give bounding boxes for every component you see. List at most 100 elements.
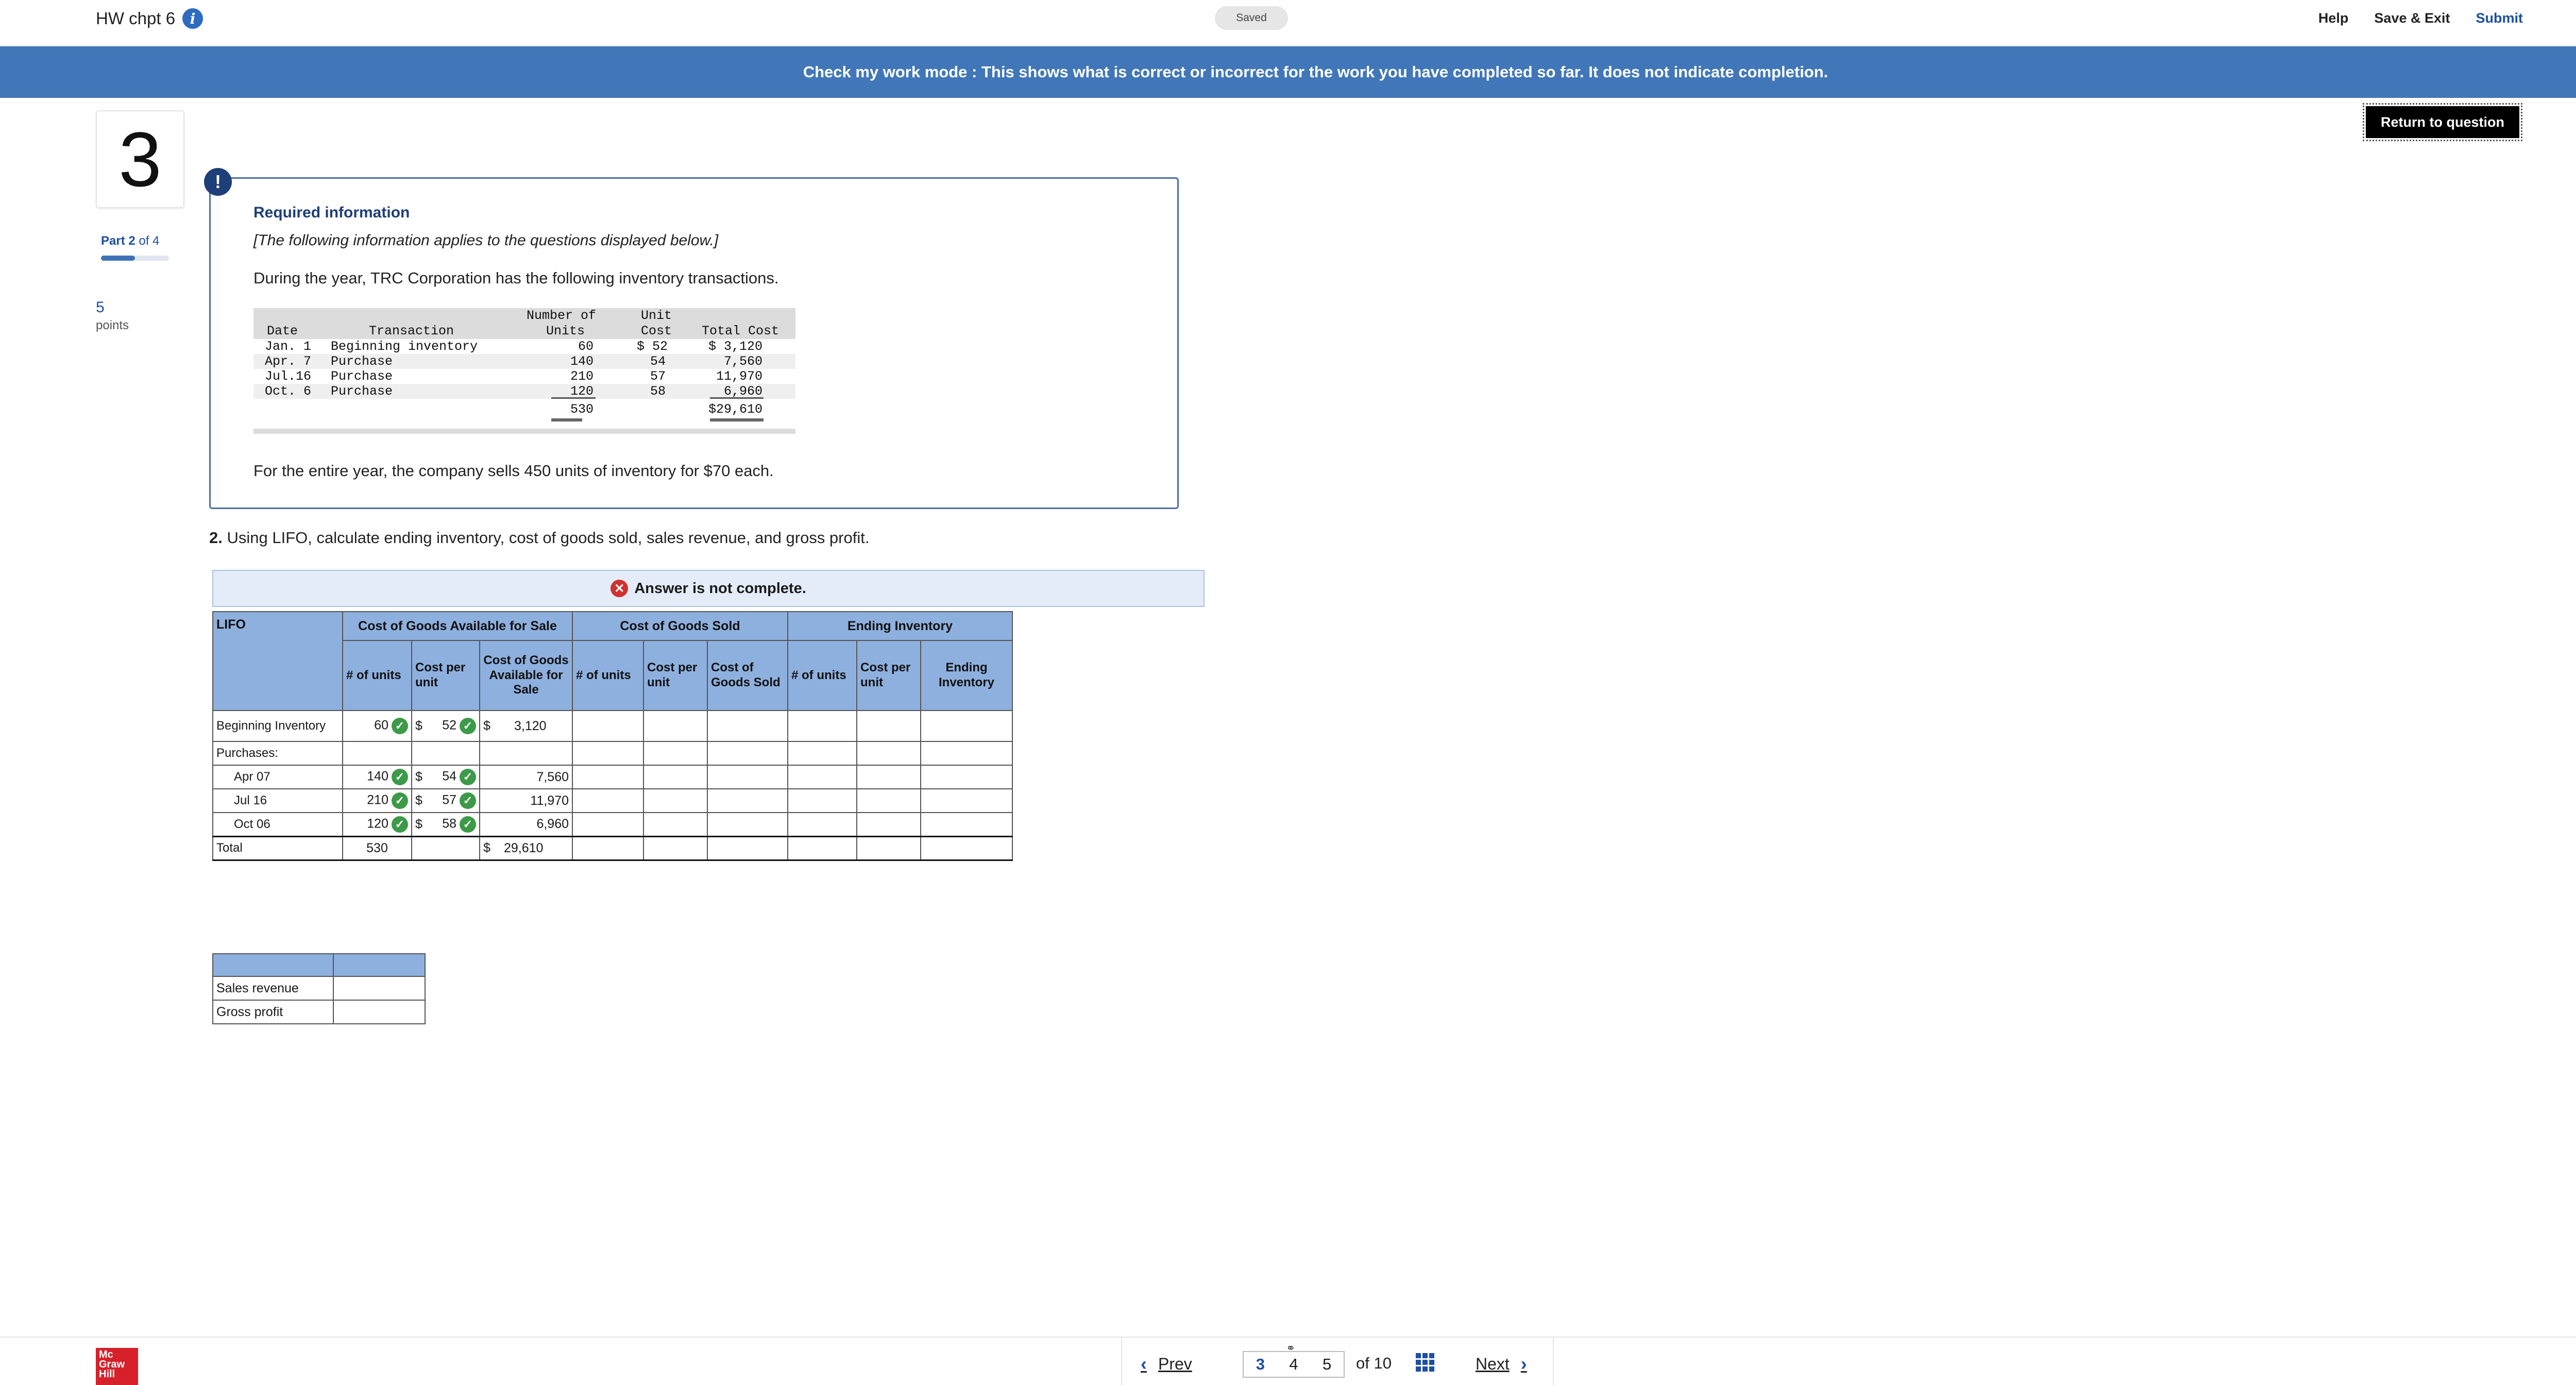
cost-value: 57 xyxy=(442,792,456,807)
check-mode-banner: Check my work mode : This shows what is … xyxy=(0,46,2576,98)
sales-profit-table: Sales revenue Gross profit xyxy=(212,953,426,1024)
total-ei-input[interactable] xyxy=(920,835,1013,861)
cogs-cost-input[interactable] xyxy=(643,765,708,789)
cogs-input[interactable] xyxy=(707,812,788,837)
row-units: 140 xyxy=(570,354,594,369)
next-button[interactable]: Next › xyxy=(1476,1353,1527,1375)
answer-status-bar: ✕ Answer is not complete. xyxy=(212,570,1205,607)
ei-cost-input[interactable] xyxy=(856,765,921,789)
cogs-cost-input[interactable] xyxy=(643,710,708,742)
units-input[interactable]: 210 ✓ xyxy=(342,788,412,813)
question-prompt: 2. Using LIFO, calculate ending inventor… xyxy=(209,529,869,547)
units-header-top: Number of xyxy=(527,308,597,323)
ei-cost-input[interactable] xyxy=(856,788,921,813)
ei-input[interactable] xyxy=(920,765,1013,789)
row-cost: 54 xyxy=(650,354,666,369)
row-transaction: Purchase xyxy=(331,369,393,384)
units-value: 60 xyxy=(374,718,388,733)
ei-input[interactable] xyxy=(920,812,1013,837)
dollar-sign: $ xyxy=(415,718,422,733)
prompt-number: 2. xyxy=(209,529,223,547)
row-oct-06: Oct 06 120 ✓ $58 ✓ 6,960 xyxy=(212,812,1013,837)
page-number-current[interactable]: 3 xyxy=(1256,1355,1265,1374)
page-numbers: 3 4 5 xyxy=(1243,1351,1345,1378)
row-transaction: Purchase xyxy=(331,384,393,399)
col-header-units: # of units xyxy=(342,640,412,711)
cogs-cost-input[interactable] xyxy=(643,788,708,813)
ei-units-input[interactable] xyxy=(787,765,857,789)
cost-input[interactable]: $54 ✓ xyxy=(411,765,480,789)
empty-cell xyxy=(787,741,857,766)
row-label: Purchases: xyxy=(212,741,343,766)
required-info-tail: For the entire year, the company sells 4… xyxy=(253,462,774,480)
cost-input[interactable]: $52 ✓ xyxy=(411,710,480,742)
return-to-question-button[interactable]: Return to question xyxy=(2363,103,2522,141)
ei-input[interactable] xyxy=(920,710,1013,742)
cost-input[interactable]: $58 ✓ xyxy=(411,812,480,837)
units-input[interactable]: 60 ✓ xyxy=(342,710,412,742)
cogs-units-input[interactable] xyxy=(572,710,644,742)
ei-units-input[interactable] xyxy=(787,812,857,837)
total-cogs-input[interactable] xyxy=(707,835,788,861)
sales-revenue-input[interactable] xyxy=(333,976,426,1001)
save-exit-link[interactable]: Save & Exit xyxy=(2374,10,2450,26)
units-header-bottom: Units xyxy=(546,324,585,339)
row-units: 210 xyxy=(570,369,594,384)
saved-status: Saved xyxy=(1215,6,1288,30)
grid-icon[interactable] xyxy=(1416,1353,1434,1372)
units-input[interactable]: 140 ✓ xyxy=(342,765,412,789)
inventory-total-row: 530 $29,610 xyxy=(253,399,795,421)
page-number[interactable]: 4 xyxy=(1289,1355,1298,1374)
ei-input[interactable] xyxy=(920,788,1013,813)
checkmark-icon: ✓ xyxy=(460,718,476,734)
cogs-units-input[interactable] xyxy=(572,765,644,789)
col-header-cogs-cost: Cost per unit xyxy=(643,640,708,711)
prev-button[interactable]: ‹ Prev xyxy=(1141,1353,1192,1375)
total-cgas-cell: $29,610 xyxy=(479,835,573,861)
header-cell xyxy=(333,953,426,977)
cost-value: 52 xyxy=(442,718,456,733)
info-icon[interactable]: i xyxy=(182,8,204,29)
ei-units-input[interactable] xyxy=(787,788,857,813)
checkmark-icon: ✓ xyxy=(392,718,408,734)
empty-cell xyxy=(707,741,788,766)
ei-units-input[interactable] xyxy=(787,710,857,742)
help-link[interactable]: Help xyxy=(2318,10,2349,26)
empty-cell xyxy=(920,741,1013,766)
row-beginning-inventory: Beginning Inventory 60 ✓ $52 ✓ $3,120 xyxy=(212,710,1013,742)
row-cost: 58 xyxy=(650,384,666,399)
cogs-input[interactable] xyxy=(707,710,788,742)
cgas-cell: 7,560 xyxy=(479,765,573,789)
total-header: Total Cost xyxy=(702,324,779,339)
x-icon: ✕ xyxy=(611,580,629,597)
cogs-units-input[interactable] xyxy=(572,788,644,813)
cost-value: 54 xyxy=(442,769,456,784)
cogs-input[interactable] xyxy=(707,788,788,813)
empty-cell xyxy=(856,741,921,766)
cost-header-top: Unit xyxy=(641,308,672,323)
empty-cell xyxy=(643,835,708,861)
empty-cell xyxy=(572,741,644,766)
page-number[interactable]: 5 xyxy=(1323,1355,1331,1374)
units-double-underline xyxy=(551,418,582,421)
ei-cost-input[interactable] xyxy=(856,812,921,837)
ei-cost-input[interactable] xyxy=(856,710,921,742)
cost-header-bottom: Cost xyxy=(641,324,672,339)
cgas-cell: $3,120 xyxy=(479,710,573,742)
units-input[interactable]: 120 ✓ xyxy=(342,812,412,837)
part-progress-bar xyxy=(101,256,169,261)
total-cogs-units-input[interactable] xyxy=(572,835,644,861)
inventory-row: Oct. 6 Purchase 120 58 6,960 xyxy=(253,384,795,399)
cogs-cost-input[interactable] xyxy=(643,812,708,837)
submit-link[interactable]: Submit xyxy=(2476,10,2523,26)
total-ei-units-input[interactable] xyxy=(787,835,857,861)
cost-value: 58 xyxy=(442,816,456,831)
dollar-sign: $ xyxy=(483,840,490,855)
cogs-units-input[interactable] xyxy=(572,812,644,837)
cgas-cell: 6,960 xyxy=(479,812,573,837)
cost-input[interactable]: $57 ✓ xyxy=(411,788,480,813)
cogs-input[interactable] xyxy=(707,765,788,789)
inventory-row: Jan. 1 Beginning inventory 60 $ 52 $ 3,1… xyxy=(253,339,795,354)
gross-profit-input[interactable] xyxy=(333,1000,426,1024)
inventory-transactions-table: Number of Unit Date Transaction Units Co… xyxy=(253,308,795,434)
